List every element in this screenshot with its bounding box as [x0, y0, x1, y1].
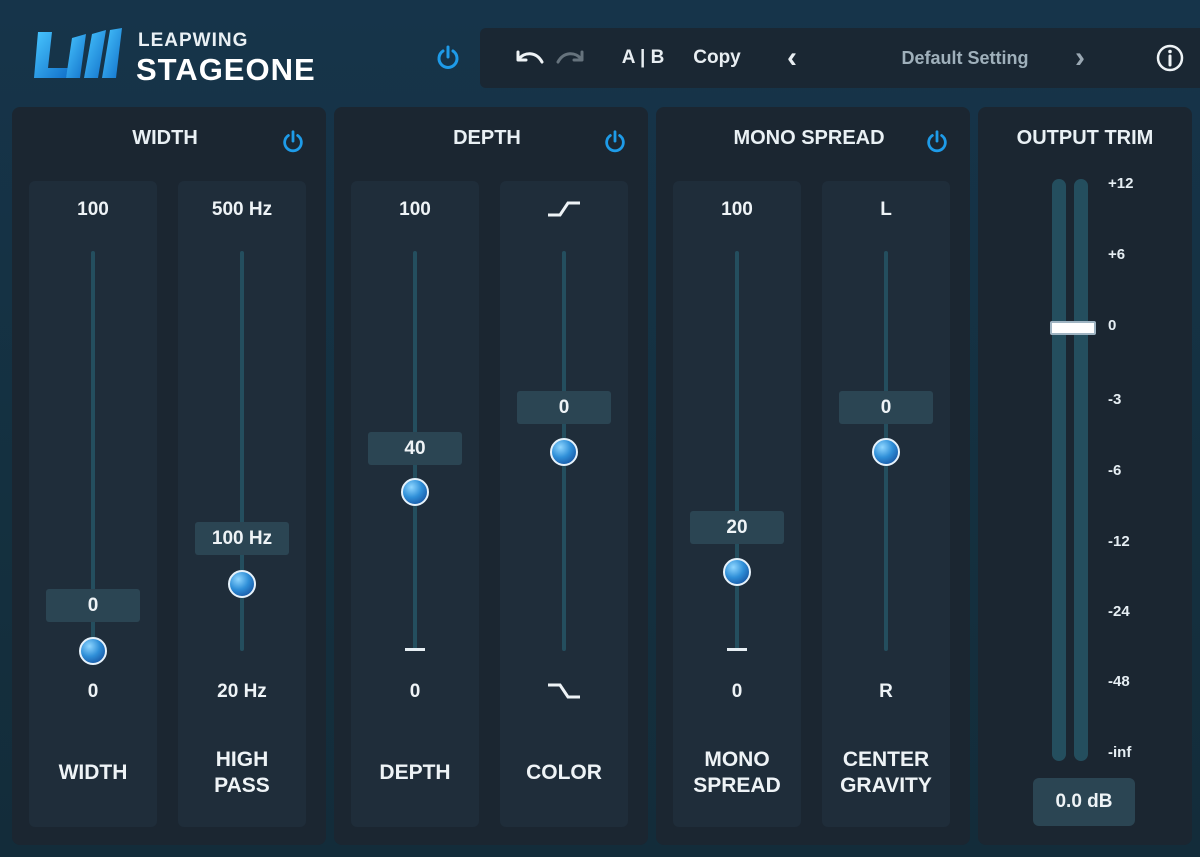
- depth-panel-title: DEPTH: [453, 127, 521, 149]
- width-panel-title: WIDTH: [132, 127, 198, 149]
- depth-min-label: 0: [409, 681, 421, 702]
- mono-spread-panel: MONO SPREAD 100 20 0 MONO SPREAD L 0 R C…: [656, 107, 970, 845]
- highpass-slider-name-line1: HIGH: [215, 748, 269, 771]
- scale-label: -24: [1108, 603, 1130, 620]
- output-meter-left: [1052, 179, 1066, 761]
- width-value[interactable]: 0: [46, 589, 140, 622]
- prev-preset-button[interactable]: ‹: [772, 28, 812, 88]
- scale-label: +6: [1108, 246, 1126, 263]
- low-shelf-icon: [548, 683, 580, 699]
- depth-max-label: 100: [399, 199, 431, 220]
- scale-label: -3: [1108, 391, 1122, 408]
- scale-label: -6: [1108, 462, 1122, 479]
- undo-icon[interactable]: [512, 46, 546, 70]
- highpass-max-label: 500 Hz: [211, 199, 273, 220]
- monospread-min-label: 0: [731, 681, 743, 702]
- toolbar: A | B Copy ‹ Default Setting ›: [480, 28, 1200, 88]
- monospread-slider-column: 100 20 0 MONO SPREAD: [673, 181, 801, 827]
- brand-product: STAGEONE: [136, 52, 316, 87]
- info-icon[interactable]: [1156, 44, 1184, 72]
- output-trim-panel: OUTPUT TRIM +12 +6 0 -3 -6 -12 -24 -48 -…: [978, 107, 1192, 845]
- width-min-label: 0: [87, 681, 99, 702]
- width-panel: WIDTH 100 0 0 WIDTH 500 Hz 100 Hz 20 Hz …: [12, 107, 326, 845]
- color-slider-handle[interactable]: [550, 438, 578, 466]
- high-shelf-icon: [548, 201, 580, 217]
- gravity-slider-name-line1: CENTER: [842, 748, 930, 771]
- scale-label: 0: [1108, 317, 1117, 334]
- output-trim-handle[interactable]: [1050, 321, 1096, 335]
- highpass-value[interactable]: 100 Hz: [195, 522, 289, 555]
- highpass-min-label: 20 Hz: [217, 681, 267, 702]
- output-trim-value[interactable]: 0.0 dB: [1033, 778, 1135, 826]
- brand-company: LEAPWING: [138, 30, 249, 51]
- ab-compare-toggle[interactable]: A | B: [614, 28, 672, 88]
- highpass-slider-name-line2: PASS: [214, 774, 270, 797]
- next-preset-button[interactable]: ›: [1060, 28, 1100, 88]
- width-slider-column: 100 0 0 WIDTH: [29, 181, 157, 827]
- copy-button[interactable]: Copy: [685, 28, 749, 88]
- scale-label: -48: [1108, 673, 1130, 690]
- gravity-right-label: R: [879, 681, 893, 702]
- highpass-slider-column: 500 Hz 100 Hz 20 Hz HIGH PASS: [178, 181, 306, 827]
- monospread-max-label: 100: [721, 199, 753, 220]
- width-slider-name: WIDTH: [58, 761, 128, 784]
- monospread-slider-track[interactable]: [735, 251, 739, 651]
- width-power-icon[interactable]: [280, 129, 306, 155]
- monospread-value[interactable]: 20: [690, 511, 784, 544]
- depth-slider-column: 100 40 0 DEPTH: [351, 181, 479, 827]
- highpass-slider-handle[interactable]: [228, 570, 256, 598]
- color-slider-name: COLOR: [526, 761, 602, 784]
- width-max-label: 100: [77, 199, 109, 220]
- depth-panel: DEPTH 100 40 0 DEPTH 0 COLOR: [334, 107, 648, 845]
- scale-label: -12: [1108, 533, 1130, 550]
- mono-spread-panel-title: MONO SPREAD: [733, 127, 885, 149]
- depth-slider-name: DEPTH: [379, 761, 451, 784]
- depth-min-tick: [405, 648, 425, 651]
- width-slider-handle[interactable]: [79, 637, 107, 665]
- global-power-icon[interactable]: [434, 44, 462, 72]
- output-trim-title: OUTPUT TRIM: [1016, 127, 1154, 149]
- depth-value[interactable]: 40: [368, 432, 462, 465]
- monospread-slider-name-line2: SPREAD: [693, 774, 781, 797]
- gravity-slider-handle[interactable]: [872, 438, 900, 466]
- gravity-slider-name-line2: GRAVITY: [840, 774, 932, 797]
- monospread-slider-name-line1: MONO: [704, 748, 770, 771]
- monospread-slider-handle[interactable]: [723, 558, 751, 586]
- scale-label: -inf: [1108, 744, 1132, 761]
- mono-spread-power-icon[interactable]: [924, 129, 950, 155]
- gravity-left-label: L: [880, 199, 892, 220]
- gravity-value[interactable]: 0: [839, 391, 933, 424]
- color-slider-column: 0 COLOR: [500, 181, 628, 827]
- depth-slider-handle[interactable]: [401, 478, 429, 506]
- output-meter-right: [1074, 179, 1088, 761]
- depth-power-icon[interactable]: [602, 129, 628, 155]
- redo-icon[interactable]: [554, 46, 588, 70]
- leapwing-logo-icon: [34, 28, 122, 78]
- scale-label: +12: [1108, 175, 1134, 192]
- gravity-slider-column: L 0 R CENTER GRAVITY: [822, 181, 950, 827]
- color-value[interactable]: 0: [517, 391, 611, 424]
- monospread-min-tick: [727, 648, 747, 651]
